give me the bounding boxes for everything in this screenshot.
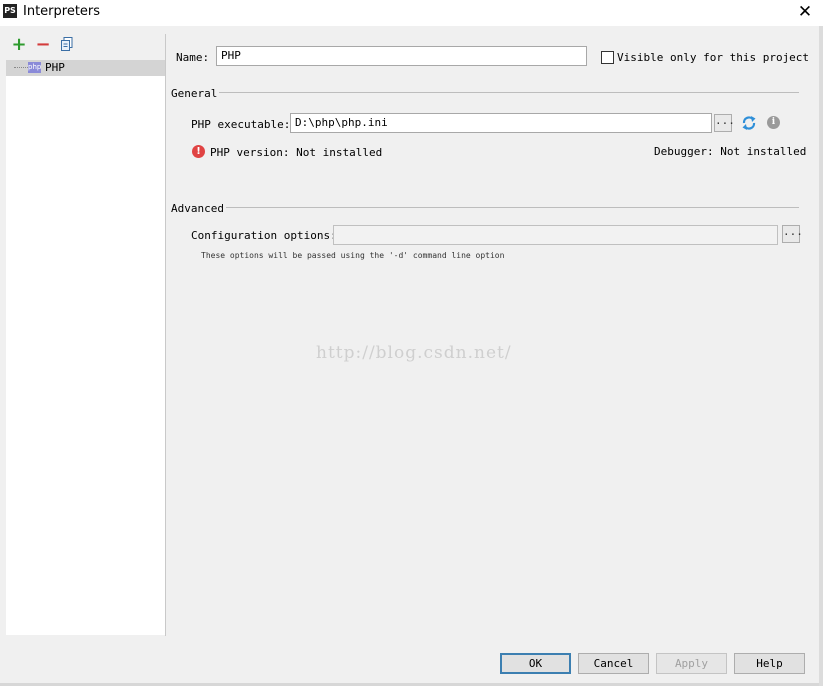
window-title: Interpreters: [23, 4, 101, 19]
name-input[interactable]: PHP: [216, 46, 587, 66]
add-interpreter-button[interactable]: +: [10, 36, 28, 54]
cancel-button[interactable]: Cancel: [578, 653, 649, 674]
tree-item-label: PHP: [45, 61, 65, 74]
general-separator: [219, 92, 799, 93]
info-icon[interactable]: i: [767, 116, 780, 129]
configuration-options-browse-button[interactable]: ...: [782, 225, 803, 243]
debugger-status: Debugger: Not installed: [654, 145, 807, 158]
help-button[interactable]: Help: [734, 653, 805, 674]
advanced-separator: [226, 207, 799, 208]
error-icon: !: [192, 145, 205, 158]
phpstorm-logo-icon: PS: [3, 4, 17, 18]
panel-divider[interactable]: [165, 34, 166, 636]
general-group-label: General: [171, 87, 218, 100]
configuration-hint: These options will be passed using the '…: [201, 251, 505, 260]
configuration-options-input[interactable]: [333, 225, 778, 245]
interpreter-list: php PHP: [6, 60, 165, 635]
title-bar: PS Interpreters ✕: [0, 0, 823, 26]
visible-only-label[interactable]: Visible only for this project: [617, 51, 809, 64]
php-version-status: PHP version: Not installed: [210, 146, 383, 159]
tree-connector: [14, 67, 28, 68]
configuration-options-label: Configuration options:: [191, 229, 337, 242]
php-icon: php: [28, 62, 42, 73]
ok-button[interactable]: OK: [500, 653, 571, 674]
copy-icon: [61, 37, 73, 51]
visible-only-checkbox[interactable]: [601, 51, 614, 64]
copy-interpreter-button[interactable]: [58, 36, 76, 54]
name-label: Name:: [176, 51, 210, 64]
refresh-icon[interactable]: [740, 114, 758, 132]
watermark: http://blog.csdn.net/: [316, 343, 512, 363]
right-edge: [819, 26, 823, 686]
remove-interpreter-button[interactable]: −: [34, 36, 52, 54]
advanced-group-label: Advanced: [171, 202, 224, 215]
close-button[interactable]: ✕: [795, 3, 815, 23]
php-executable-input[interactable]: D:\php\php.ini: [290, 113, 712, 133]
tree-item-php[interactable]: php PHP: [6, 60, 165, 76]
php-executable-label: PHP executable:: [191, 118, 291, 131]
php-executable-browse-button[interactable]: ...: [714, 114, 735, 132]
apply-button[interactable]: Apply: [656, 653, 727, 674]
